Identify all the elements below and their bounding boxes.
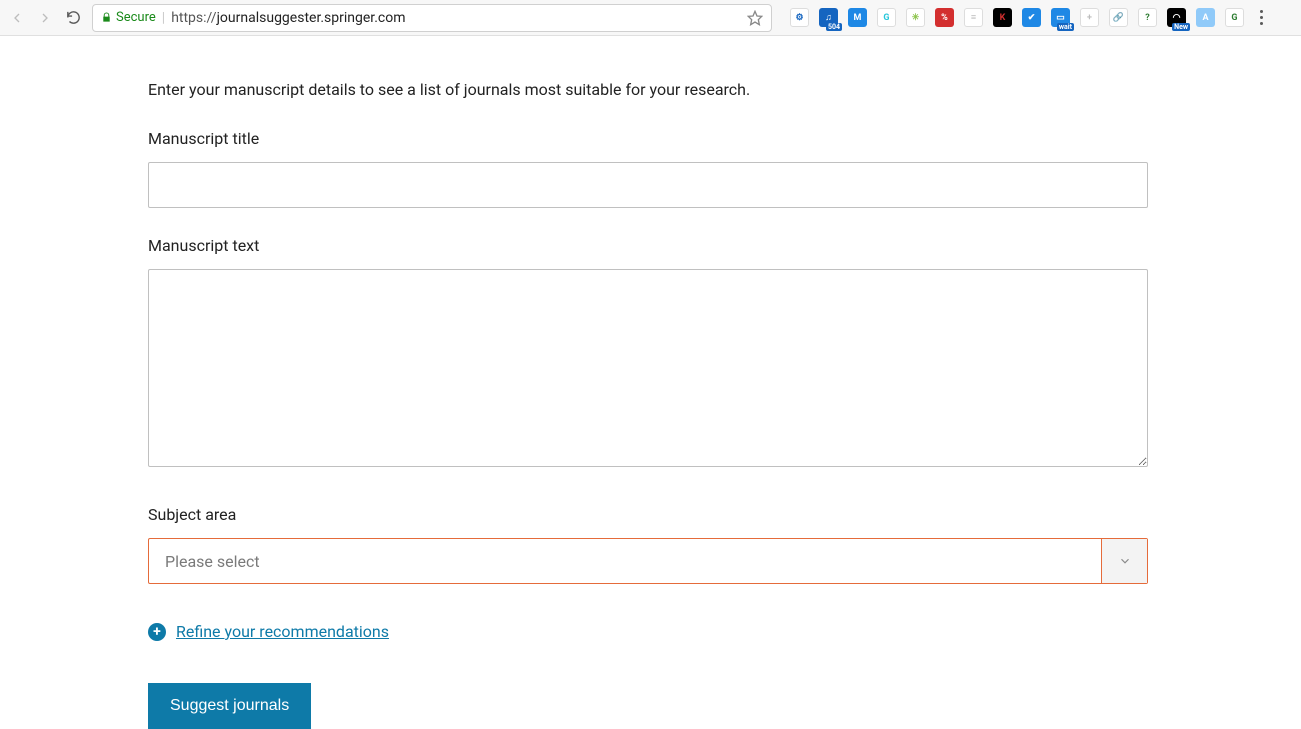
address-bar[interactable]: Secure | https://journalsuggester.spring… (92, 4, 772, 32)
suggest-journals-button[interactable]: Suggest journals (148, 683, 311, 729)
browser-toolbar: Secure | https://journalsuggester.spring… (0, 0, 1301, 36)
secure-indicator: Secure (101, 10, 156, 25)
plus-circle-icon: + (148, 623, 166, 641)
ext-a-icon[interactable]: A (1196, 8, 1215, 27)
url-display: https://journalsuggester.springer.com (171, 10, 405, 26)
chevron-down-icon (1101, 539, 1147, 583)
ext-g-icon[interactable]: G (877, 8, 896, 27)
refine-row: + Refine your recommendations (148, 622, 1148, 641)
ext-new-icon[interactable]: ◠ (1167, 8, 1186, 27)
secure-label: Secure (116, 10, 156, 25)
ext-link-icon[interactable]: 🔗 (1109, 8, 1128, 27)
manuscript-title-label: Manuscript title (148, 129, 1148, 148)
lock-icon (101, 11, 112, 24)
ext-k-icon[interactable]: K (993, 8, 1012, 27)
ext-pct-icon[interactable]: % (935, 8, 954, 27)
reload-button[interactable] (64, 9, 82, 27)
subject-area-placeholder: Please select (149, 539, 1101, 583)
subject-area-label: Subject area (148, 505, 1148, 524)
ext-grammarly-icon[interactable]: G (1225, 8, 1244, 27)
ext-wait-icon[interactable]: ▭ (1051, 8, 1070, 27)
ext-stack-icon[interactable]: ≡ (964, 8, 983, 27)
intro-text: Enter your manuscript details to see a l… (148, 80, 1148, 99)
manuscript-title-input[interactable] (148, 162, 1148, 208)
extensions-row: ⚙♫MG✳%≡K✔▭+🔗?◠AG (782, 8, 1244, 27)
ext-check-icon[interactable]: ✔ (1022, 8, 1041, 27)
separator: | (162, 10, 165, 26)
forward-button[interactable] (36, 9, 54, 27)
ext-m-icon[interactable]: M (848, 8, 867, 27)
ext-plus-icon[interactable]: + (1080, 8, 1099, 27)
main-content: Enter your manuscript details to see a l… (148, 36, 1148, 729)
ext-1-icon[interactable]: ⚙ (790, 8, 809, 27)
url-host: journalsuggester.springer.com (217, 10, 406, 26)
refine-recommendations-link[interactable]: Refine your recommendations (176, 622, 389, 641)
ext-q-icon[interactable]: ? (1138, 8, 1157, 27)
subject-area-select[interactable]: Please select (148, 538, 1148, 584)
back-button[interactable] (8, 9, 26, 27)
browser-menu-button[interactable] (1254, 10, 1269, 25)
bookmark-star-icon[interactable] (747, 10, 763, 26)
manuscript-text-label: Manuscript text (148, 236, 1148, 255)
url-scheme: https (171, 10, 203, 26)
ext-bug-icon[interactable]: ✳ (906, 8, 925, 27)
ext-2-icon[interactable]: ♫ (819, 8, 838, 27)
manuscript-text-input[interactable] (148, 269, 1148, 467)
